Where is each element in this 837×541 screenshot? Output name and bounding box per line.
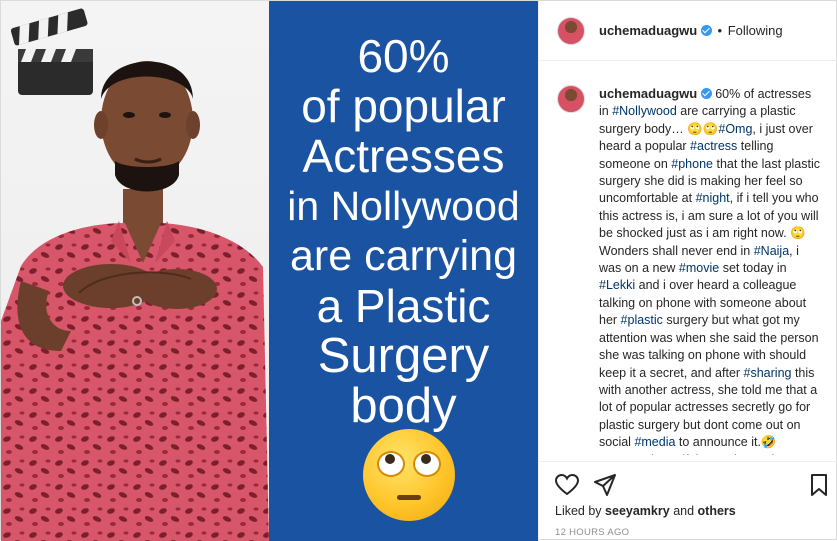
- post-timestamp[interactable]: 12 HOURS AGO: [555, 527, 629, 538]
- liked-by-user-link[interactable]: seeyamkry: [605, 504, 670, 518]
- hashtag-link[interactable]: #plastic: [621, 313, 663, 327]
- likes-summary: Liked by seeyamkry and others: [555, 504, 736, 518]
- header-separator: •: [717, 23, 723, 38]
- caption-username[interactable]: uchemaduagwu: [599, 86, 697, 101]
- action-bar: Liked by seeyamkry and others 12 HOURS A…: [539, 461, 837, 541]
- emoji-mouth: [397, 495, 421, 500]
- clapperboard-icon: [10, 8, 93, 95]
- post-sidebar: uchemaduagwu • Following uchemaduagwu 60…: [538, 1, 837, 541]
- headline-line: are carrying: [289, 232, 518, 280]
- caption-segment: set today in: [719, 261, 787, 276]
- post-header: uchemaduagwu • Following: [539, 1, 837, 61]
- headline-line: in Nollywood: [287, 183, 520, 229]
- caption-body: 60% of actresses in #Nollywood are carry…: [599, 87, 820, 455]
- likes-others-link[interactable]: others: [698, 504, 736, 518]
- man-illustration: [1, 8, 269, 541]
- hashtag-link[interactable]: #night: [696, 191, 730, 205]
- header-user-line: uchemaduagwu • Following: [599, 23, 783, 38]
- verified-badge-icon: [700, 25, 712, 36]
- headline-line: Actresses: [302, 130, 505, 182]
- hashtag-link[interactable]: #Omg: [718, 122, 752, 136]
- hashtag-link[interactable]: #Lekki: [599, 278, 635, 292]
- likes-prefix: Liked by: [555, 504, 602, 518]
- man-photo: [1, 1, 269, 541]
- emoji-eye: [413, 451, 441, 477]
- hashtag-link[interactable]: #YorubaMovie: [702, 453, 781, 455]
- headline-line: body: [350, 379, 457, 433]
- hashtag-link[interactable]: #beautiful: [644, 453, 698, 455]
- hashtag-link[interactable]: #media: [634, 435, 675, 449]
- hashtag-link[interactable]: #Naija: [754, 244, 789, 258]
- avatar[interactable]: [557, 17, 585, 45]
- headline-line: Surgery: [317, 329, 490, 383]
- hashtag-link[interactable]: #repost: [599, 453, 641, 455]
- header-username[interactable]: uchemaduagwu: [599, 23, 697, 38]
- caption-segment: to announce it.🤣: [675, 435, 777, 450]
- hashtag-link[interactable]: #sharing: [744, 366, 792, 380]
- hashtag-link[interactable]: #phone: [671, 157, 713, 171]
- instagram-post: 60% of popular Actresses in Nollywood ar…: [0, 0, 837, 541]
- heart-icon[interactable]: [555, 474, 579, 496]
- emoji-eye: [377, 451, 405, 477]
- following-button[interactable]: Following: [728, 23, 783, 38]
- headline-text: 60% of popular Actresses in Nollywood ar…: [269, 31, 538, 431]
- likes-conjunction: and: [673, 504, 695, 518]
- caption-avatar[interactable]: [557, 85, 585, 113]
- bookmark-icon[interactable]: [811, 474, 827, 496]
- headline-line: a Plastic: [316, 280, 491, 332]
- rolling-eyes-emoji-icon: [363, 429, 455, 521]
- headline-panel: 60% of popular Actresses in Nollywood ar…: [269, 1, 538, 541]
- headline-line: of popular: [301, 80, 506, 132]
- post-image[interactable]: 60% of popular Actresses in Nollywood ar…: [1, 1, 538, 541]
- caption-text: uchemaduagwu 60% of actresses in #Nollyw…: [599, 85, 821, 455]
- send-icon[interactable]: [594, 474, 616, 496]
- hashtag-link[interactable]: #Nollywood: [612, 104, 677, 118]
- headline-line: 60%: [357, 30, 450, 82]
- verified-badge-icon: [700, 88, 712, 99]
- hashtag-link[interactable]: #movie: [679, 261, 719, 275]
- hashtag-link[interactable]: #actress: [690, 139, 737, 153]
